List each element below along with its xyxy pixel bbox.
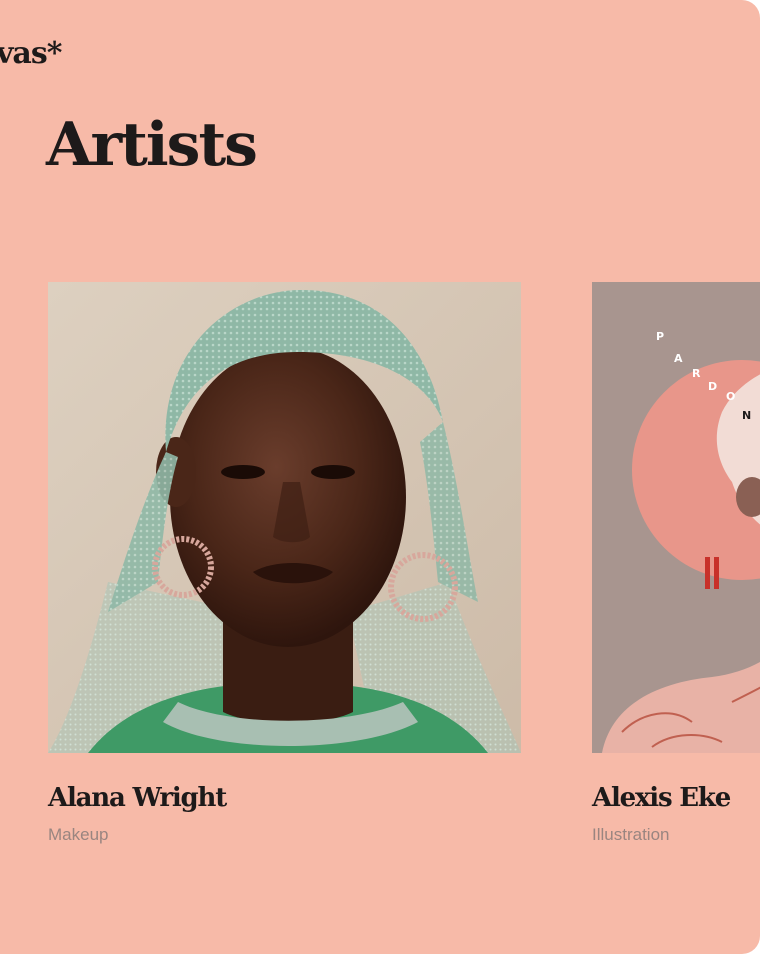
- artist-card[interactable]: Alana Wright Makeup: [48, 282, 521, 845]
- artist-role: Illustration: [592, 825, 670, 844]
- page-title: Artists: [46, 110, 258, 180]
- artwork-letter: D: [708, 380, 717, 393]
- artist-name[interactable]: Alana Wright: [48, 783, 521, 813]
- artwork-letter: P: [656, 330, 664, 343]
- illustration-image: P A R D O N: [592, 282, 760, 753]
- artwork-letter: N: [742, 409, 751, 422]
- portrait-image: [48, 282, 521, 753]
- artist-role: Makeup: [48, 825, 109, 844]
- artist-name[interactable]: Alexis Eke: [592, 783, 760, 813]
- artist-artwork[interactable]: P A R D O N: [592, 282, 760, 753]
- artist-photo[interactable]: [48, 282, 521, 753]
- artist-card[interactable]: P A R D O N Alexis Eke Illustration: [592, 282, 760, 845]
- brand-logo[interactable]: vas*: [0, 36, 62, 71]
- artists-screen: vas* Artists Alana Wright Makeup P A R D…: [0, 0, 760, 954]
- artwork-letter: O: [726, 390, 735, 403]
- artwork-letter: R: [692, 367, 701, 380]
- artwork-letter: A: [674, 352, 683, 365]
